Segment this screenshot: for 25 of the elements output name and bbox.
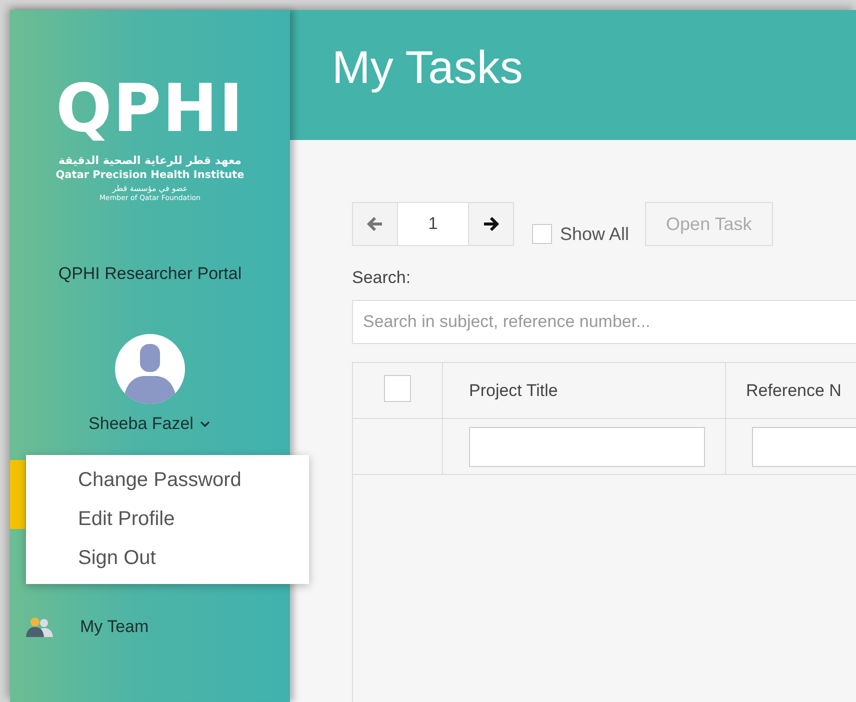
portal-title: QPHI Researcher Portal [58, 264, 242, 284]
show-all-checkbox[interactable] [532, 224, 552, 244]
logo-arabic-name: معهد قطر للرعاية الصحية الدقيقة [58, 154, 242, 167]
menu-item[interactable]: Edit Profile [26, 500, 309, 539]
people-icon [26, 617, 54, 637]
column-header[interactable]: Project Title [443, 380, 558, 400]
menu-item[interactable]: Change Password [26, 461, 309, 500]
chevron-icon [199, 420, 212, 428]
left-arrow-icon [366, 216, 384, 232]
select-all-checkbox[interactable] [384, 374, 411, 402]
search-field[interactable]: Search in subject, reference number... [352, 300, 856, 344]
logo-arabic-tagline: عضو في مؤسسة قطر [112, 184, 188, 193]
logo-english-name: Qatar Precision Health Institute [56, 169, 244, 181]
show-all-label: Show All [560, 224, 630, 244]
user-menu-button[interactable]: Sheeba Fazel [88, 414, 212, 434]
page-title: My Tasks [332, 40, 523, 94]
search-label: Search: [352, 268, 411, 288]
page-number-field[interactable]: 1 [397, 203, 469, 245]
nav-item[interactable]: My Team [10, 617, 290, 637]
right-arrow-icon [482, 216, 500, 232]
menu-item[interactable]: Sign Out [26, 539, 309, 578]
avatar-icon [115, 334, 185, 404]
logo-text: QPHI [56, 74, 244, 144]
column-filter-field[interactable] [469, 426, 705, 466]
active-indicator [10, 460, 25, 529]
